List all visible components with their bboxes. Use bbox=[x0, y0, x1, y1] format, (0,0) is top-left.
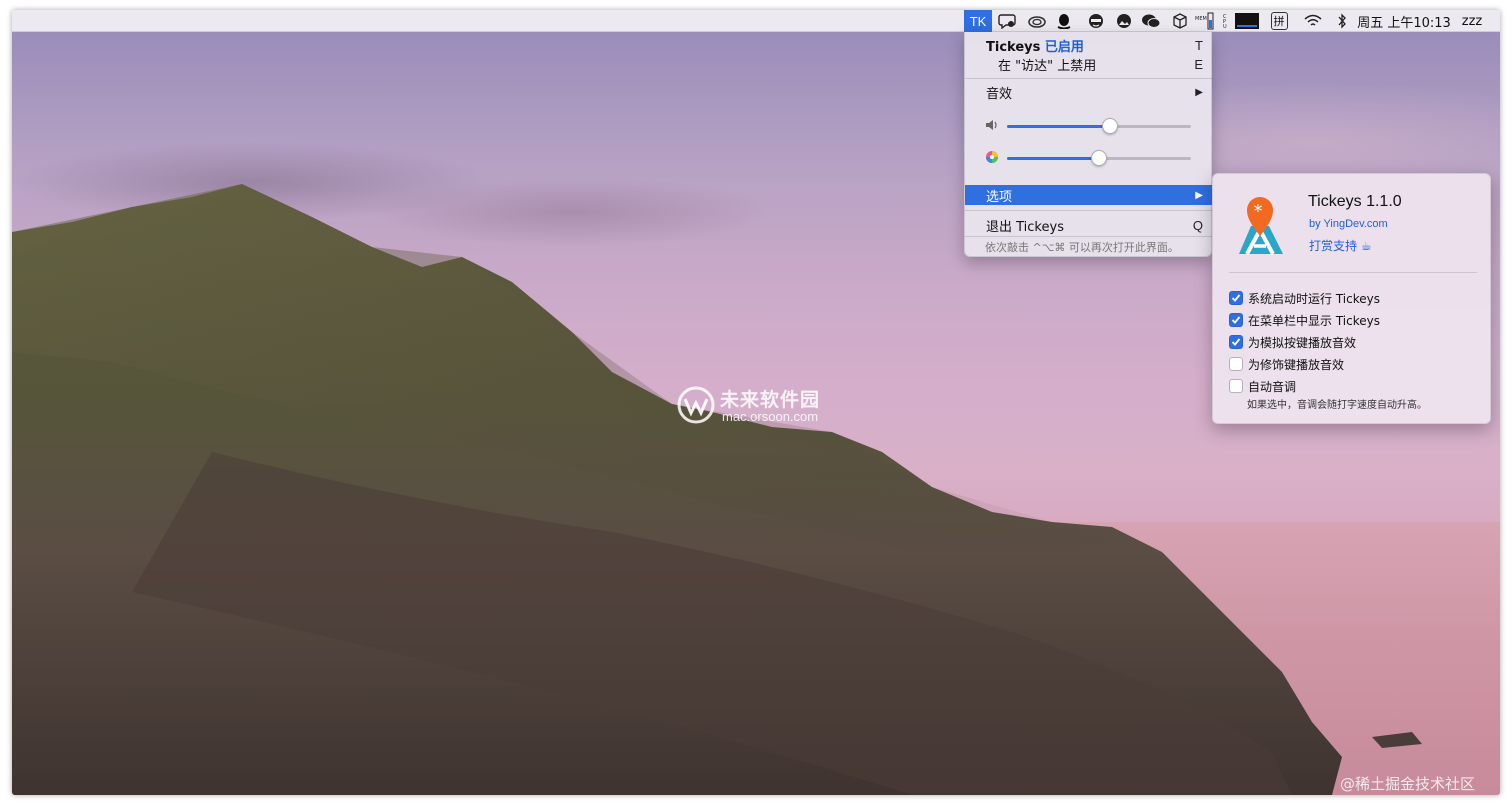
desktop-screenshot: TK MEM CPU 拼 周五 上午10:13 zzz Tickeys 已启用 … bbox=[12, 10, 1500, 795]
menu-quit-shortcut: Q bbox=[1192, 217, 1203, 233]
checkbox-unchecked[interactable] bbox=[1229, 357, 1243, 371]
volume-slider-fill bbox=[1007, 125, 1111, 128]
display-icon[interactable] bbox=[1234, 10, 1260, 32]
input-method-label: 拼 bbox=[1270, 12, 1288, 30]
panel-app-title: Tickeys 1.1.0 bbox=[1308, 193, 1402, 210]
menu-enabled-status: 已启用 bbox=[1044, 40, 1084, 55]
svg-text:MEM: MEM bbox=[1195, 16, 1207, 22]
menu-options-label: 选项 bbox=[986, 189, 1013, 205]
checkmark-icon bbox=[1231, 294, 1241, 302]
menu-sound-label: 音效 bbox=[986, 86, 1013, 102]
community-watermark: @稀土掘金技术社区 bbox=[1340, 775, 1476, 793]
bluetooth-icon[interactable] bbox=[1332, 10, 1352, 32]
option-label: 自动音调 bbox=[1248, 379, 1297, 394]
menu-item-disable-in-finder[interactable]: 在 "访达" 上禁用 E bbox=[965, 55, 1213, 74]
site-watermark: 未来软件园 mac.orsoon.com bbox=[676, 383, 856, 431]
cpu-meter-icon[interactable]: CPU bbox=[1220, 10, 1234, 32]
input-method-icon[interactable]: 拼 bbox=[1268, 10, 1290, 32]
watermark-site-name: 未来软件园 bbox=[720, 389, 821, 411]
volume-slider[interactable] bbox=[1007, 116, 1191, 136]
memory-meter-icon[interactable]: MEM bbox=[1194, 10, 1216, 32]
pitch-slider[interactable] bbox=[1007, 148, 1191, 168]
checkmark-icon bbox=[1231, 316, 1241, 324]
menu-disable-label: 在 "访达" 上禁用 bbox=[998, 59, 1097, 74]
chat-bubble-icon[interactable] bbox=[996, 10, 1018, 32]
user-name: zzz bbox=[1461, 13, 1483, 29]
menu-toggle-shortcut: T bbox=[1195, 38, 1203, 53]
tickeys-app-icon: * bbox=[1239, 197, 1283, 255]
menu-quit-label: 退出 Tickeys bbox=[986, 219, 1064, 235]
tickeys-dropdown-menu: Tickeys 已启用 T 在 "访达" 上禁用 E 音效 ▶ 选项 ▶ 退出 … bbox=[964, 32, 1213, 257]
pitch-color-icon bbox=[985, 149, 1001, 165]
checkbox-checked[interactable] bbox=[1229, 291, 1243, 305]
photo-icon[interactable] bbox=[1114, 10, 1134, 32]
menu-item-toggle-enabled[interactable]: Tickeys 已启用 T bbox=[965, 36, 1213, 55]
menu-bar: TK MEM CPU 拼 周五 上午10:13 zzz bbox=[12, 10, 1500, 32]
pitch-slider-fill bbox=[1007, 157, 1099, 160]
option-row[interactable]: 自动音调 bbox=[1229, 377, 1296, 395]
site-logo-icon bbox=[677, 386, 715, 424]
menu-separator bbox=[965, 236, 1213, 237]
wifi-icon[interactable] bbox=[1302, 10, 1324, 32]
menu-item-options[interactable]: 选项 ▶ bbox=[965, 185, 1213, 205]
submenu-arrow-icon: ▶ bbox=[1195, 86, 1203, 98]
menu-app-name: Tickeys bbox=[986, 40, 1041, 55]
option-row[interactable]: 系统启动时运行 Tickeys bbox=[1229, 289, 1380, 307]
option-row[interactable]: 在菜单栏中显示 Tickeys bbox=[1229, 311, 1380, 329]
checkbox-checked[interactable] bbox=[1229, 313, 1243, 327]
menu-separator bbox=[965, 78, 1213, 79]
option-label: 为修饰键播放音效 bbox=[1248, 357, 1345, 372]
menubar-clock[interactable]: 周五 上午10:13 bbox=[1357, 10, 1451, 32]
creative-cloud-icon[interactable] bbox=[1026, 10, 1048, 32]
clock-text: 周五 上午10:13 bbox=[1357, 15, 1451, 31]
svg-text:*: * bbox=[1254, 201, 1263, 222]
menu-separator bbox=[965, 210, 1213, 211]
checkbox-unchecked[interactable] bbox=[1229, 379, 1243, 393]
option-label: 为模拟按键播放音效 bbox=[1248, 335, 1357, 350]
option-row[interactable]: 为修饰键播放音效 bbox=[1229, 355, 1344, 373]
watermark-site-url: mac.orsoon.com bbox=[722, 409, 819, 424]
menu-disable-shortcut: E bbox=[1194, 57, 1203, 72]
menubar-user[interactable]: zzz bbox=[1452, 10, 1492, 32]
cube-icon[interactable] bbox=[1170, 10, 1190, 32]
auto-pitch-note: 如果选中，音调会随打字速度自动升高。 bbox=[1247, 400, 1427, 411]
tickeys-button-label: TK bbox=[969, 13, 987, 29]
qq-penguin-icon[interactable] bbox=[1054, 10, 1074, 32]
menu-item-sound-effects[interactable]: 音效 ▶ bbox=[965, 82, 1213, 102]
option-row[interactable]: 为模拟按键播放音效 bbox=[1229, 333, 1356, 351]
donate-link[interactable]: 打赏支持 ☕ bbox=[1309, 237, 1372, 254]
checkbox-checked[interactable] bbox=[1229, 335, 1243, 349]
options-submenu-panel: * Tickeys 1.1.0 by YingDev.com 打赏支持 ☕ 系统… bbox=[1212, 173, 1491, 424]
option-label: 系统启动时运行 Tickeys bbox=[1248, 291, 1380, 306]
option-label: 在菜单栏中显示 Tickeys bbox=[1248, 313, 1380, 328]
developer-link[interactable]: by YingDev.com bbox=[1309, 218, 1388, 230]
menu-item-quit[interactable]: 退出 Tickeys Q bbox=[965, 215, 1213, 235]
pitch-slider-knob[interactable] bbox=[1091, 150, 1107, 166]
character-face-icon[interactable] bbox=[1086, 10, 1106, 32]
checkmark-icon bbox=[1231, 338, 1241, 346]
volume-icon bbox=[985, 117, 1001, 133]
svg-text:U: U bbox=[1223, 24, 1227, 30]
menu-hint-text: 依次敲击 ^⌥⌘ 可以再次打开此界面。 bbox=[985, 241, 1179, 254]
options-arrow-icon: ▶ bbox=[1195, 189, 1203, 201]
tickeys-menubar-button[interactable]: TK bbox=[964, 10, 992, 32]
volume-slider-knob[interactable] bbox=[1102, 118, 1119, 134]
panel-separator bbox=[1229, 272, 1477, 273]
wechat-icon[interactable] bbox=[1140, 10, 1162, 32]
